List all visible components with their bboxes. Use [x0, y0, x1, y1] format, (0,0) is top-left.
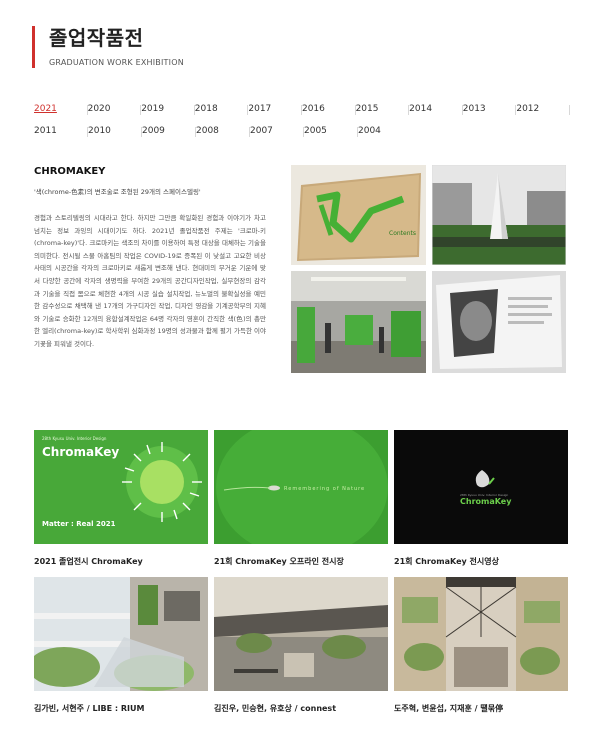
year-tab-2011[interactable]: 2011	[34, 126, 88, 137]
card-caption[interactable]: 21회 ChromaKey 오프라인 전시장	[214, 556, 344, 567]
card-project-connest[interactable]	[214, 577, 388, 691]
card-caption[interactable]: 21회 ChromaKey 전시영상	[394, 556, 499, 567]
year-tab-2012[interactable]: 2012	[516, 104, 570, 115]
card-caption[interactable]: 김진우, 민승현, 유호상 / connest	[214, 703, 336, 714]
year-tab-2005[interactable]: 2005	[304, 126, 358, 137]
card-caption[interactable]: 김가빈, 서현주 / LIBE : RIUM	[34, 703, 144, 714]
card-offline-exhibition[interactable]: Remembering of Nature	[214, 430, 388, 544]
exhibition-description: 경험과 스토리텔링의 시대라고 한다. 하지만 그만큼 확일화된 경험과 이야기…	[34, 214, 266, 348]
exhibition-tagline: '색(chrome-色素)의 변조술로 조형된 29개의 스페이스델링'	[34, 188, 201, 196]
card-caption[interactable]: 도주혁, 변윤섭, 지재훈 / 떌묶停	[394, 703, 503, 714]
wall-text: Remembering of Nature	[284, 486, 365, 492]
svg-text:Contents: Contents	[389, 230, 416, 237]
year-tab-2010[interactable]: 2010	[88, 126, 142, 137]
year-tabs: 2021 2020 2019 2018 2017 2016 2015 2014 …	[34, 98, 570, 142]
poster-title: ChromaKey	[42, 445, 119, 459]
year-tab-2007[interactable]: 2007	[250, 126, 304, 137]
year-tab-2013[interactable]: 2013	[463, 104, 517, 115]
year-tabs-row-1: 2021 2020 2019 2018 2017 2016 2015 2014 …	[34, 98, 570, 120]
exhibition-hall-photo[interactable]	[291, 271, 426, 373]
catalog-cover-photo[interactable]: Contents	[291, 165, 426, 265]
poster-small-text: 28th Kyusu Univ. Interior Design	[42, 436, 107, 441]
poster-subtitle: Matter : Real 2021	[42, 520, 116, 528]
catalog-spread-photo[interactable]	[432, 271, 566, 373]
year-tab-2009[interactable]: 2009	[142, 126, 196, 137]
year-tab-2004[interactable]: 2004	[358, 126, 412, 136]
outdoor-sculpture-photo[interactable]	[432, 165, 566, 265]
year-tab-2015[interactable]: 2015	[356, 104, 410, 115]
year-tabs-row-2: 2011 2010 2009 2008 2007 2005 2004	[34, 120, 570, 142]
year-tab-2019[interactable]: 2019	[141, 104, 195, 115]
card-project-liberium[interactable]	[34, 577, 208, 691]
video-title: ChromaKey	[460, 497, 512, 506]
year-tab-2008[interactable]: 2008	[196, 126, 250, 137]
page-subtitle: GRADUATION WORK EXHIBITION	[49, 58, 184, 67]
card-caption[interactable]: 2021 졸업전시 ChromaKey	[34, 556, 143, 567]
year-tab-2017[interactable]: 2017	[248, 104, 302, 115]
year-tab-2014[interactable]: 2014	[409, 104, 463, 115]
year-tab-2016[interactable]: 2016	[302, 104, 356, 115]
year-tab-2020[interactable]: 2020	[88, 104, 142, 115]
card-chromakey-poster[interactable]: 28th Kyusu Univ. Interior Design ChromaK…	[34, 430, 208, 544]
year-tab-2018[interactable]: 2018	[195, 104, 249, 115]
year-tab-2021[interactable]: 2021	[34, 104, 88, 115]
card-exhibition-video[interactable]: 28th Kyusu Univ. Interior Design ChromaK…	[394, 430, 568, 544]
exhibition-title: CHROMAKEY	[34, 166, 106, 177]
card-project-third[interactable]	[394, 577, 568, 691]
page-header: 졸업작품전 GRADUATION WORK EXHIBITION	[32, 26, 184, 68]
page-title: 졸업작품전	[49, 26, 144, 50]
